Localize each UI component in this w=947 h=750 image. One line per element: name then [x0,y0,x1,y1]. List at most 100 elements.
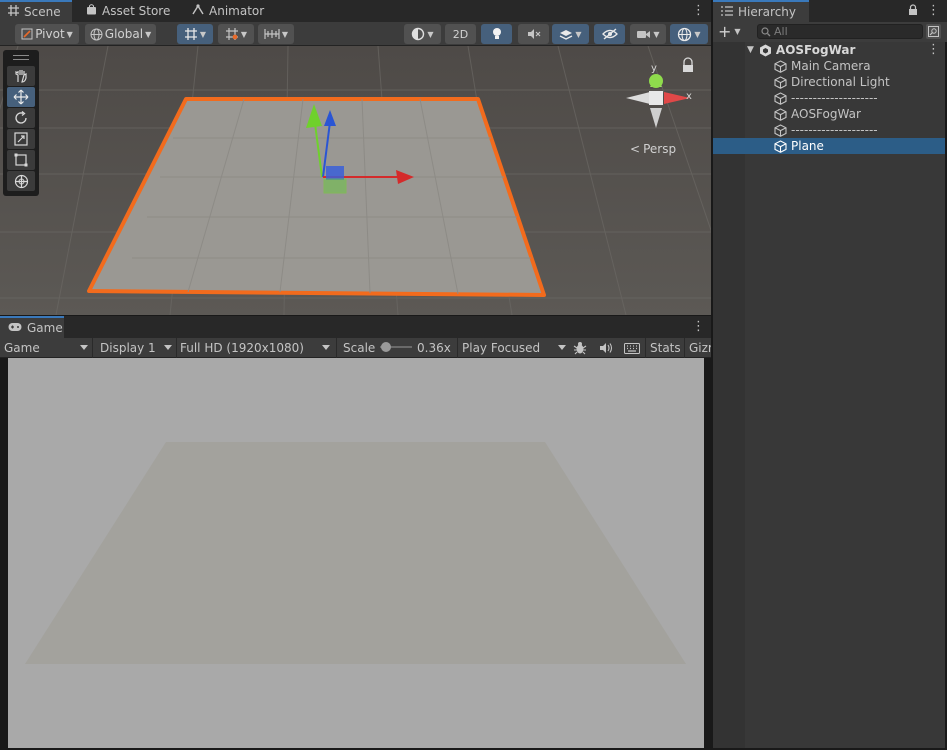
rotate-icon [15,111,27,124]
plus-icon: + [718,21,732,41]
camera-settings-dropdown[interactable]: ▼ [630,24,666,44]
hand-icon [15,70,27,83]
effects-dropdown[interactable]: ▼ [552,24,589,44]
rotate-tool-button[interactable] [7,108,35,128]
expand-arrow-icon[interactable]: ▼ [747,45,754,55]
game-kebab-menu-icon[interactable]: ⋮ [692,319,705,335]
scale-value: 0.36x [417,341,451,355]
hierarchy-scene-row[interactable]: ▼ AOSFogWar [713,42,945,58]
persp-label: Persp [643,142,677,156]
panel-splitter[interactable] [711,0,713,750]
gizmos-dropdown[interactable]: ▼ [670,24,708,44]
chevron-down-icon: ▼ [694,29,701,39]
gameobject-cube-icon [774,59,787,73]
chevron-down-icon: ▼ [240,29,248,39]
tab-asset-store[interactable]: Asset Store [78,0,178,22]
audio-toggle[interactable] [518,24,549,44]
hierarchy-item-separator[interactable]: -------------------- [713,90,945,106]
create-object-button[interactable]: + ▼ [718,23,746,40]
gizmo-axis-y-label: y [651,63,657,74]
effects-layers-icon [560,29,573,40]
hierarchy-item-main-camera[interactable]: Main Camera [713,58,945,74]
chevron-down-icon: ▼ [653,29,660,39]
scene-visibility-toggle[interactable] [594,24,625,44]
pivot-label: Pivot [35,27,65,41]
chevron-down-icon: ▼ [575,29,582,39]
toolbar-divider [457,338,458,358]
rect-tool-button[interactable] [7,150,35,170]
scale-tool-button[interactable] [7,129,35,149]
tab-game[interactable]: Game [0,316,64,338]
lighting-toggle[interactable] [481,24,512,44]
game-tab-bar [0,316,711,338]
game-render [25,442,686,664]
persp-toggle[interactable]: < Persp [630,142,676,156]
scene-render [0,46,711,315]
mute-audio-button[interactable] [599,338,615,358]
display-label: Display 1 [100,341,156,355]
hierarchy-item-directional-light[interactable]: Directional Light [713,74,945,90]
tab-hierarchy-label: Hierarchy [738,5,797,19]
persp-chevron-icon: < [630,142,641,156]
tab-hierarchy[interactable]: Hierarchy [713,0,809,22]
chevron-down-icon: ▼ [281,29,289,39]
hierarchy-lock-icon[interactable] [908,4,918,19]
toolbar-divider [176,338,177,358]
2d-mode-button[interactable]: 2D [445,24,476,44]
tab-animator[interactable]: Animator [184,0,272,22]
frame-debugger-button[interactable] [573,338,589,358]
search-options-icon[interactable] [926,24,941,39]
gameobject-cube-icon [774,123,787,137]
game-view-dropdown[interactable]: Game [4,338,90,358]
shading-mode-dropdown[interactable]: ▼ [404,24,441,44]
tab-scene[interactable]: Scene [0,0,72,22]
chevron-down-icon: ▼ [199,29,207,39]
increment-snap-icon [225,28,238,40]
scale-icon [14,132,28,146]
global-dropdown[interactable]: Global ▼ [85,24,156,44]
audio-mute-icon [527,29,540,39]
hierarchy-item-label: Plane [791,139,824,153]
list-icon [721,5,733,19]
gizmo-axis-x-label: x [686,91,692,102]
hierarchy-item-aosfogwar[interactable]: AOSFogWar [713,106,945,122]
scale-slider[interactable] [380,342,412,352]
gameobject-cube-icon [774,75,787,89]
globe-icon [90,28,103,40]
chevron-down-icon: ▼ [145,29,152,39]
resolution-dropdown[interactable]: Full HD (1920x1080) [180,338,332,358]
move-tool-button[interactable] [7,87,35,107]
gizmos-button[interactable]: Gizm [689,338,711,358]
grid-snap-button[interactable]: ▼ [177,24,213,44]
hierarchy-item-separator[interactable]: -------------------- [713,122,945,138]
scale-slider-thumb[interactable] [381,342,391,352]
keyboard-shortcuts-button[interactable] [624,338,642,358]
scene-row-kebab-icon[interactable]: ⋮ [927,42,940,58]
align-tools-button[interactable]: ▼ [258,24,294,44]
game-viewport[interactable] [8,358,704,748]
hierarchy-item-label: Main Camera [791,59,871,73]
hierarchy-item-label: Directional Light [791,75,890,89]
toolbar-divider [92,338,93,358]
scene-viewport[interactable] [0,46,711,315]
toolbar-divider [645,338,646,358]
animator-icon [192,4,204,18]
increment-snap-button[interactable]: ▼ [218,24,254,44]
hierarchy-kebab-menu-icon[interactable]: ⋮ [927,3,940,19]
display-dropdown[interactable]: Display 1 [100,338,174,358]
search-icon [761,26,771,36]
hierarchy-item-plane[interactable]: Plane [713,138,945,154]
hand-tool-button[interactable] [7,66,35,86]
palette-drag-handle[interactable] [13,55,29,60]
scene-kebab-menu-icon[interactable]: ⋮ [692,3,705,19]
game-view-label: Game [4,341,40,355]
stats-button[interactable]: Stats [650,338,681,358]
grid-snap-icon [184,28,197,40]
stats-label: Stats [650,341,681,355]
gameobject-cube-icon [774,139,787,153]
transform-tool-button[interactable] [7,171,35,191]
camera-icon [637,30,651,38]
hierarchy-search-field[interactable]: All [757,24,923,39]
play-mode-dropdown[interactable]: Play Focused [462,338,568,358]
pivot-dropdown[interactable]: Pivot ▼ [15,24,79,44]
